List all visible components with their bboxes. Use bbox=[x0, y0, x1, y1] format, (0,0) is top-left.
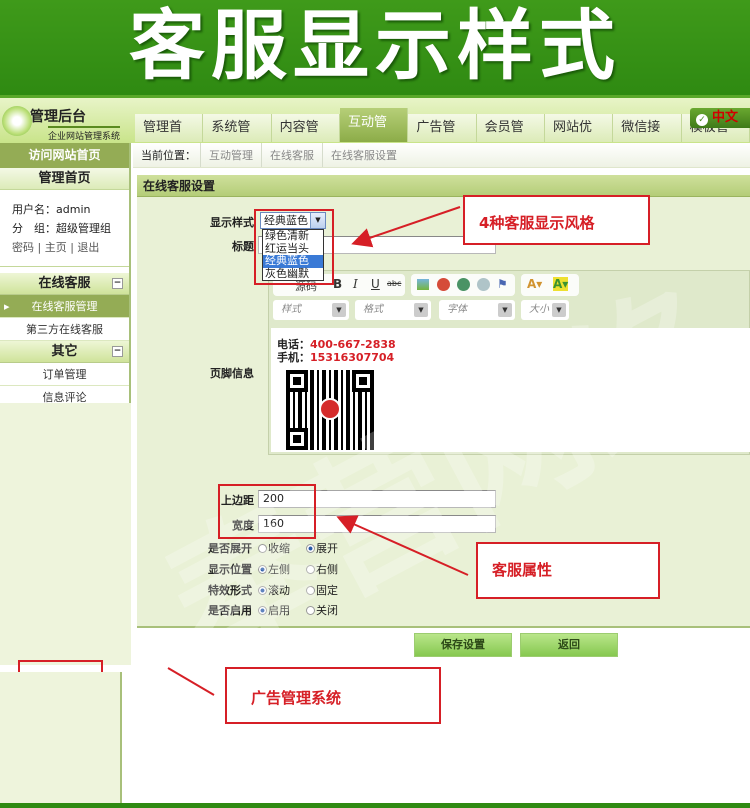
arrow-line bbox=[167, 667, 215, 696]
arrow-line bbox=[336, 515, 469, 576]
arrow-line bbox=[351, 206, 461, 248]
annotation-arrows bbox=[167, 206, 469, 696]
footer-bar bbox=[0, 803, 750, 808]
